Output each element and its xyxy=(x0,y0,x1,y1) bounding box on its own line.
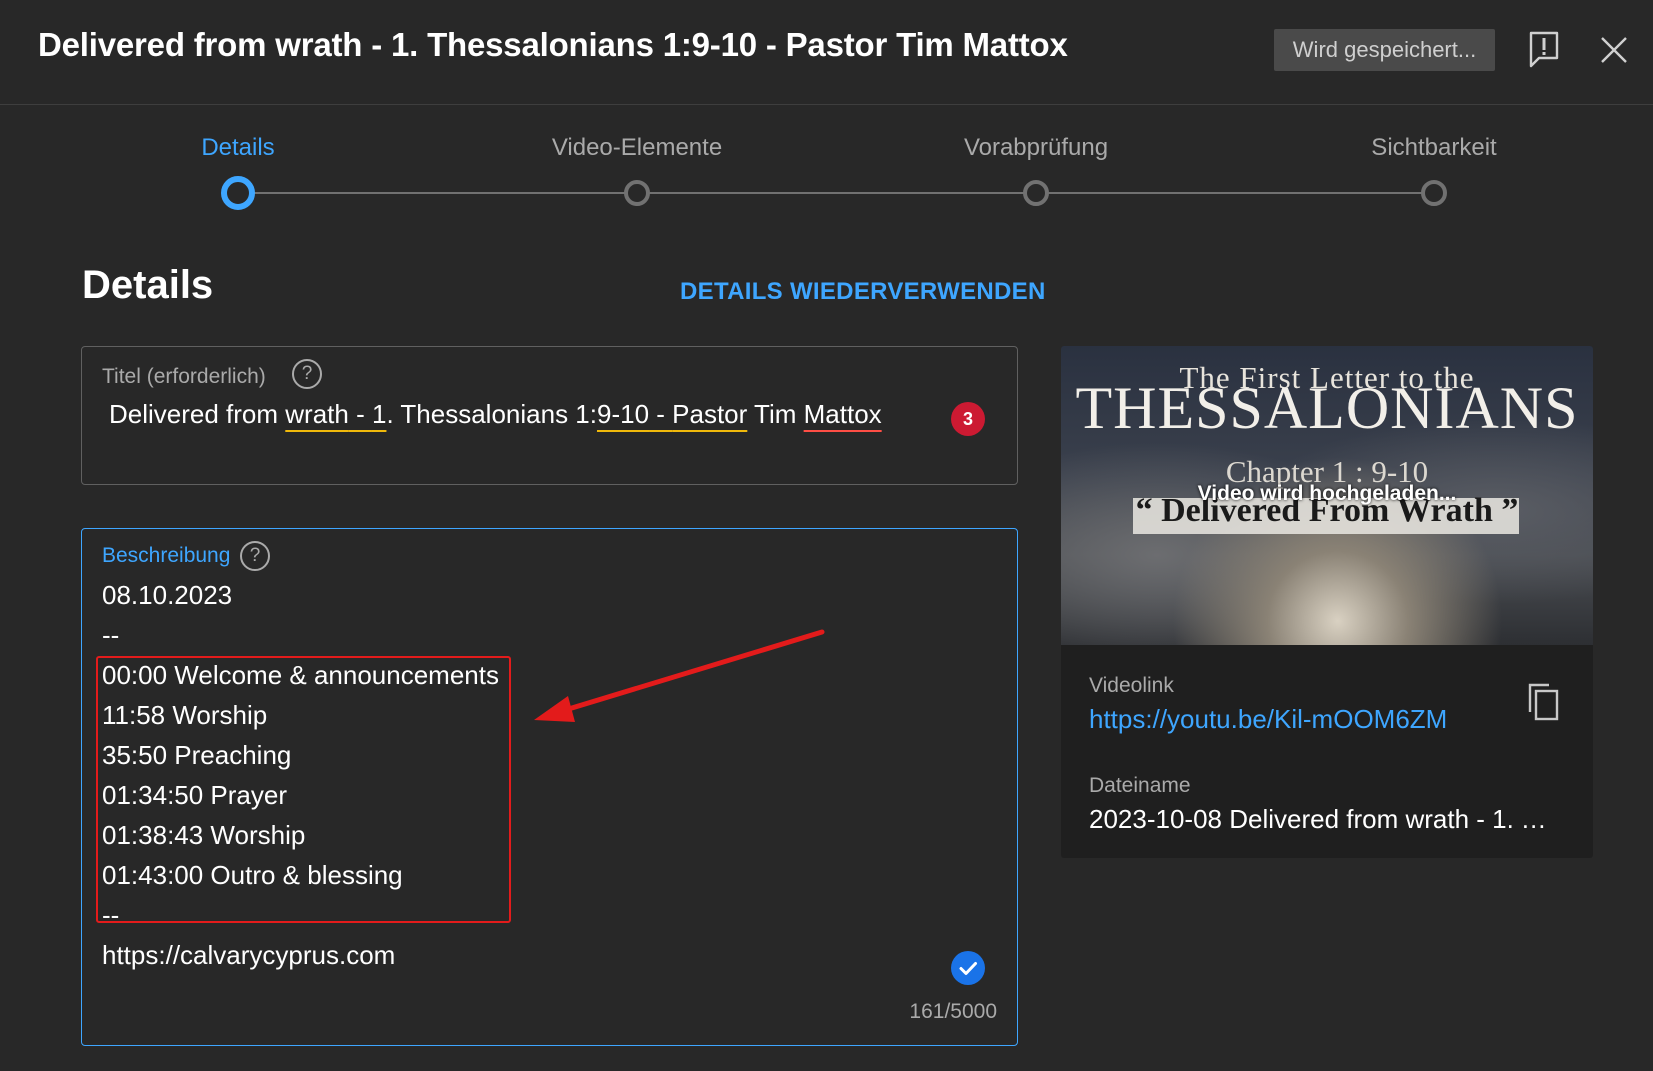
title-input-value[interactable]: Delivered from wrath - 1. Thessalonians … xyxy=(109,399,882,430)
chapter-line: 01:38:43 Worship xyxy=(102,820,306,850)
step-dot-details[interactable] xyxy=(221,176,255,210)
help-icon[interactable]: ? xyxy=(292,359,322,389)
error-count-badge[interactable]: 3 xyxy=(951,402,985,436)
upload-stepper: Details Video-Elemente Vorabprüfung Sich… xyxy=(0,104,1653,244)
title-field[interactable]: Titel (erforderlich) ? Delivered from wr… xyxy=(81,346,1018,485)
character-count: 161/5000 xyxy=(909,1000,997,1023)
video-link-label: Videolink xyxy=(1089,674,1174,697)
chapter-line: 01:34:50 Prayer xyxy=(102,780,288,810)
feedback-icon[interactable] xyxy=(1528,30,1560,70)
title-text: Delivered from xyxy=(109,399,286,429)
title-word-flagged: wrath xyxy=(285,399,349,429)
chapter-line: 35:50 Preaching xyxy=(102,740,292,770)
video-preview-card: The First Letter to the THESSALONIANS Ch… xyxy=(1061,346,1593,858)
chapter-line: 11:58 Worship xyxy=(102,700,268,730)
check-icon xyxy=(951,951,985,985)
title-word-flagged: 9-10 xyxy=(596,399,650,429)
file-name: 2023-10-08 Delivered from wrath - 1. The… xyxy=(1089,804,1559,834)
title-text: Tim xyxy=(747,399,804,429)
stepper-line xyxy=(238,192,1434,194)
description-line: 08.10.2023 xyxy=(102,580,233,610)
section-title: Details xyxy=(82,263,214,307)
step-dot-visibility[interactable] xyxy=(1421,180,1447,206)
title-word-flagged: 1 xyxy=(371,399,387,429)
tab-visibility[interactable]: Sichtbarkeit xyxy=(1371,134,1496,162)
video-thumbnail[interactable]: The First Letter to the THESSALONIANS Ch… xyxy=(1061,346,1593,645)
video-link[interactable]: https://youtu.be/Kil-mOOM6ZM xyxy=(1089,704,1447,735)
close-icon[interactable] xyxy=(1598,34,1630,66)
copy-icon[interactable] xyxy=(1527,682,1561,722)
tab-details[interactable]: Details xyxy=(201,134,274,162)
dialog-header: Delivered from wrath - 1. Thessalonians … xyxy=(0,0,1653,105)
description-line: -- xyxy=(102,620,120,650)
upload-status-overlay: Video wird hochgeladen... xyxy=(1197,482,1457,505)
description-line: -- xyxy=(102,900,120,930)
reuse-details-link[interactable]: DETAILS WIEDERVERWENDEN xyxy=(680,278,1046,306)
chapter-line: 01:43:00 Outro & blessing xyxy=(102,860,403,890)
description-field[interactable]: Beschreibung ? 08.10.2023 -- 00:00 Welco… xyxy=(81,528,1018,1046)
description-line: https://calvarycyprus.com xyxy=(102,940,396,970)
thumbnail-text: THESSALONIANS xyxy=(1075,375,1579,441)
tab-checks[interactable]: Vorabprüfung xyxy=(964,134,1108,162)
step-dot-checks[interactable] xyxy=(1023,180,1049,206)
title-field-label: Titel (erforderlich) xyxy=(102,365,266,388)
description-field-label: Beschreibung xyxy=(102,544,231,567)
tab-video-elements[interactable]: Video-Elemente xyxy=(552,134,722,162)
title-word-flagged: Pastor xyxy=(672,399,748,429)
title-text: . Thessalonians 1: xyxy=(386,399,597,429)
title-text: - xyxy=(649,399,673,429)
file-name-label: Dateiname xyxy=(1089,774,1191,797)
save-status-badge: Wird gespeichert... xyxy=(1274,29,1495,71)
help-icon[interactable]: ? xyxy=(240,541,270,571)
dialog-title: Delivered from wrath - 1. Thessalonians … xyxy=(38,26,1068,63)
title-word-misspelled: Mattox xyxy=(803,399,882,429)
title-text: - xyxy=(348,399,372,429)
step-dot-video-elements[interactable] xyxy=(624,180,650,206)
chapter-line: 00:00 Welcome & announcements xyxy=(102,660,499,690)
